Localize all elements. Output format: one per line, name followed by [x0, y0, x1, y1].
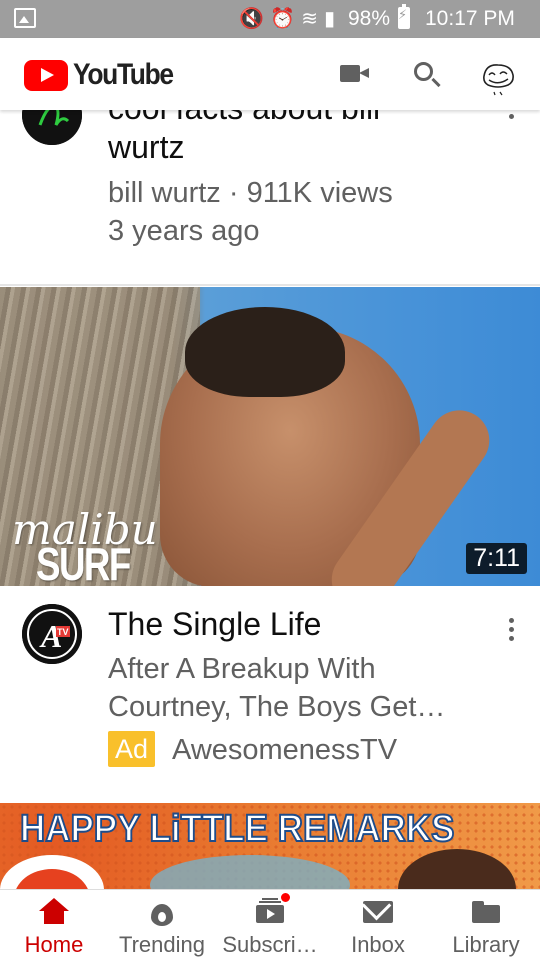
youtube-play-icon	[24, 59, 68, 91]
wifi-icon: ≋	[301, 6, 318, 30]
channel-avatar-awesomenesstv[interactable]: A TV	[22, 604, 82, 664]
nav-library[interactable]: Library	[432, 890, 540, 960]
camera-icon[interactable]	[340, 65, 369, 82]
next-video-thumbnail[interactable]: HAPPY LiTTLE REMARKS	[0, 803, 540, 889]
video-channel-views: bill wurtz · 911K views	[108, 177, 393, 209]
battery-charging-icon	[398, 4, 410, 29]
youtube-wordmark: YouTube	[73, 58, 174, 91]
nav-library-label: Library	[452, 932, 520, 957]
awesomeness-logo-sub: TV	[57, 627, 69, 637]
alarm-icon: ⏰	[270, 6, 296, 30]
youtube-logo[interactable]: YouTube	[24, 58, 186, 92]
bottom-navigation: Home Trending Subscri… Inbox Library	[0, 889, 540, 960]
nav-inbox[interactable]: Inbox	[324, 890, 432, 960]
notification-dot	[280, 892, 291, 903]
inbox-icon	[363, 898, 393, 926]
thumbnail-hair	[185, 307, 345, 397]
meme-face-icon	[483, 64, 514, 96]
nav-subscriptions-label: Subscri…	[222, 932, 318, 957]
ad-description-line2: Courtney, The Boys Get…	[108, 691, 446, 723]
status-bar: 🔇 ⏰ ≋ ▮ 98% 10:17 PM	[0, 0, 540, 38]
library-icon	[471, 898, 501, 926]
trending-icon	[147, 898, 177, 926]
divider	[0, 284, 540, 286]
video-title-line2[interactable]: wurtz	[108, 128, 184, 166]
signal-icon: ▮	[323, 6, 335, 30]
search-icon[interactable]	[414, 62, 433, 81]
battery-percentage: 98%	[348, 7, 391, 30]
nav-inbox-label: Inbox	[351, 932, 405, 957]
banner-title: HAPPY LiTTLE REMARKS	[19, 807, 455, 851]
image-icon	[14, 8, 36, 28]
ad-video-thumbnail[interactable]: malibu SURF 7:11	[0, 287, 540, 586]
nav-trending-label: Trending	[118, 932, 205, 957]
awesomenesstv-logo-icon: A TV	[22, 604, 82, 664]
ad-video-title[interactable]: The Single Life	[108, 605, 321, 643]
nav-trending[interactable]: Trending	[108, 890, 216, 960]
nav-home[interactable]: Home	[0, 890, 108, 960]
home-icon	[39, 898, 69, 926]
app-bar: YouTube	[0, 38, 540, 110]
ad-description-line1: After A Breakup With	[108, 653, 376, 685]
ad-channel-name[interactable]: AwesomenessTV	[172, 731, 397, 769]
mute-icon: 🔇	[239, 6, 265, 30]
status-icons: 🔇 ⏰ ≋ ▮	[239, 7, 335, 29]
thumbnail-brand-block: SURF	[36, 538, 131, 586]
account-avatar[interactable]	[478, 58, 518, 98]
ad-badge: Ad	[108, 731, 156, 767]
video-duration: 7:11	[466, 543, 527, 574]
nav-home-label: Home	[24, 932, 84, 957]
nav-subscriptions[interactable]: Subscri…	[216, 890, 324, 960]
more-options-icon[interactable]	[509, 618, 515, 642]
subscriptions-icon	[255, 892, 291, 926]
clock: 10:17 PM	[425, 7, 515, 30]
video-age: 3 years ago	[108, 215, 260, 247]
